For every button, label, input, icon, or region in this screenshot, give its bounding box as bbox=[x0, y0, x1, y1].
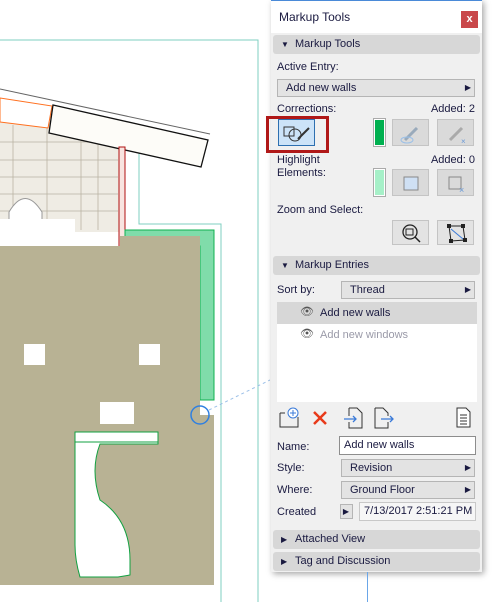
entry-label: Add new windows bbox=[320, 329, 409, 341]
add-highlight-button[interactable] bbox=[392, 169, 429, 196]
created-expand-button[interactable]: ▶ bbox=[340, 504, 353, 519]
active-entry-dropdown[interactable]: Add new walls ▶ bbox=[277, 79, 475, 97]
sort-by-label: Sort by: bbox=[277, 284, 315, 296]
highlight-added-count: Added: 0 bbox=[430, 154, 475, 166]
section-title: Tag and Discussion bbox=[295, 555, 391, 567]
section-title: Markup Tools bbox=[295, 38, 361, 50]
section-attached-view-header[interactable]: ▶ Attached View bbox=[273, 530, 480, 549]
correction-draw-button[interactable] bbox=[278, 119, 315, 146]
eye-icon[interactable]: 👁 bbox=[300, 327, 314, 340]
add-correction-button[interactable] bbox=[392, 119, 429, 146]
active-entry-label: Active Entry: bbox=[277, 61, 339, 73]
element-remove-icon: × bbox=[448, 176, 464, 195]
zoom-icon bbox=[402, 224, 421, 243]
eye-icon[interactable]: 👁 bbox=[300, 305, 314, 318]
export-icon[interactable] bbox=[373, 407, 395, 429]
corrections-added-count: Added: 2 bbox=[430, 103, 475, 115]
pencil-remove-icon: × bbox=[448, 126, 466, 146]
plan-drawing bbox=[0, 39, 270, 602]
shape-pencil-icon bbox=[283, 126, 310, 142]
section-markup-tools-header[interactable]: ▼ Markup Tools bbox=[273, 35, 480, 54]
remove-highlight-button[interactable]: × bbox=[437, 169, 474, 196]
expand-triangle-icon: ▶ bbox=[281, 557, 288, 566]
where-label: Where: bbox=[277, 484, 313, 496]
sort-by-dropdown[interactable]: Thread ▶ bbox=[341, 281, 475, 299]
style-label: Style: bbox=[277, 462, 305, 474]
section-title: Markup Entries bbox=[295, 259, 369, 271]
dropdown-arrow-icon: ▶ bbox=[464, 83, 471, 92]
where-dropdown[interactable]: Ground Floor ▶ bbox=[341, 481, 475, 499]
highlight-color-swatch[interactable] bbox=[373, 168, 386, 197]
where-value: Ground Floor bbox=[350, 484, 415, 496]
zoom-to-entry-button[interactable] bbox=[392, 220, 429, 245]
import-icon[interactable] bbox=[343, 407, 365, 429]
list-item[interactable]: 👁 Add new walls bbox=[277, 302, 477, 324]
zoom-select-label: Zoom and Select: bbox=[277, 204, 364, 216]
collapse-triangle-icon: ▼ bbox=[281, 261, 289, 270]
pencil-icon bbox=[400, 126, 419, 144]
svg-text:×: × bbox=[461, 137, 466, 146]
corrections-color-swatch[interactable] bbox=[373, 118, 386, 147]
floor-plan-canvas[interactable] bbox=[0, 0, 270, 602]
list-item[interactable]: 👁 Add new windows bbox=[277, 324, 477, 346]
dropdown-arrow-icon: ▶ bbox=[464, 463, 471, 472]
select-elements-icon bbox=[447, 224, 467, 243]
element-select-icon bbox=[403, 176, 419, 191]
new-entry-icon[interactable] bbox=[279, 407, 301, 429]
created-label: Created bbox=[277, 506, 317, 518]
style-value: Revision bbox=[350, 462, 393, 474]
entry-label: Add new walls bbox=[320, 307, 391, 319]
sort-by-value: Thread bbox=[350, 284, 385, 296]
active-entry-value: Add new walls bbox=[286, 82, 357, 94]
name-label: Name: bbox=[277, 441, 310, 453]
dropdown-arrow-icon: ▶ bbox=[464, 285, 471, 294]
name-input[interactable]: Add new walls bbox=[339, 436, 476, 455]
delete-icon[interactable] bbox=[312, 410, 328, 426]
section-markup-entries-header[interactable]: ▼ Markup Entries bbox=[273, 256, 480, 275]
style-dropdown[interactable]: Revision ▶ bbox=[341, 459, 475, 477]
elements-label: Elements: bbox=[277, 167, 326, 179]
dropdown-arrow-icon: ▶ bbox=[464, 485, 471, 494]
close-button[interactable]: x bbox=[461, 11, 478, 28]
expand-arrow-icon: ▶ bbox=[342, 507, 349, 516]
section-title: Attached View bbox=[295, 533, 366, 545]
created-date-field: 7/13/2017 2:51:21 PM bbox=[359, 502, 476, 521]
document-icon[interactable] bbox=[456, 407, 472, 429]
corrections-label: Corrections: bbox=[277, 103, 337, 115]
palette-titlebar[interactable]: Markup Tools x bbox=[271, 1, 482, 33]
remove-correction-button[interactable]: × bbox=[437, 119, 474, 146]
highlight-label: Highlight bbox=[277, 154, 320, 166]
guide-line bbox=[367, 572, 368, 602]
markup-entries-list[interactable]: 👁 Add new walls 👁 Add new windows bbox=[277, 302, 477, 402]
svg-text:×: × bbox=[459, 185, 464, 195]
section-tag-discussion-header[interactable]: ▶ Tag and Discussion bbox=[273, 552, 480, 571]
expand-triangle-icon: ▶ bbox=[281, 535, 288, 544]
markup-tools-palette: Markup Tools x ▼ Markup Tools Active Entr… bbox=[266, 0, 482, 572]
select-elements-button[interactable] bbox=[437, 220, 474, 245]
palette-title: Markup Tools bbox=[279, 10, 351, 24]
collapse-triangle-icon: ▼ bbox=[281, 40, 289, 49]
